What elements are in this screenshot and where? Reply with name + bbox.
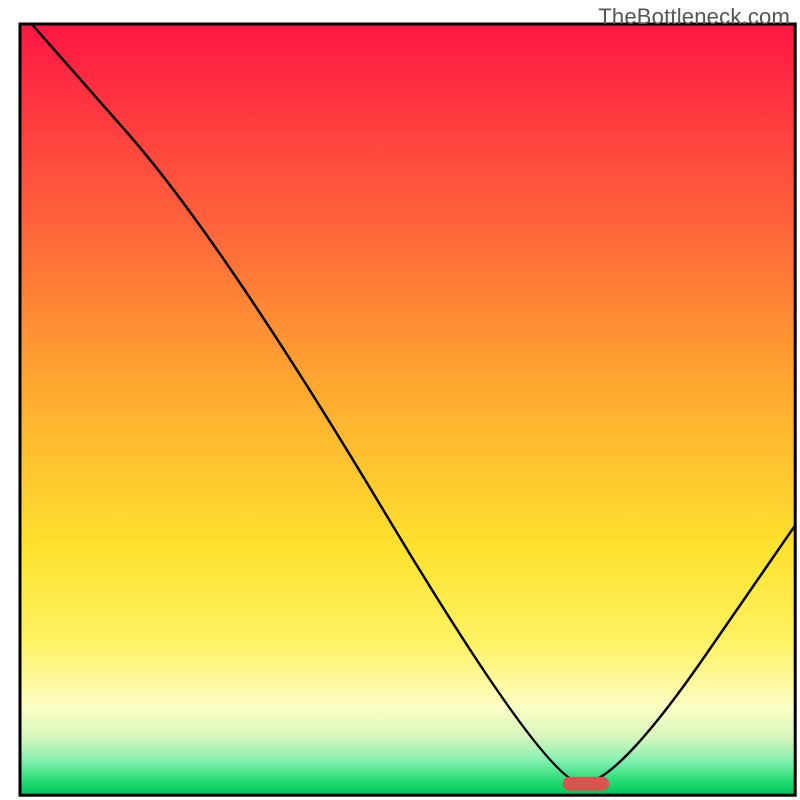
chart-container: TheBottleneck.com: [0, 0, 800, 800]
chart-svg: [0, 0, 800, 800]
watermark-text: TheBottleneck.com: [598, 4, 790, 30]
optimal-marker: [563, 777, 610, 791]
chart-background: [20, 24, 795, 795]
